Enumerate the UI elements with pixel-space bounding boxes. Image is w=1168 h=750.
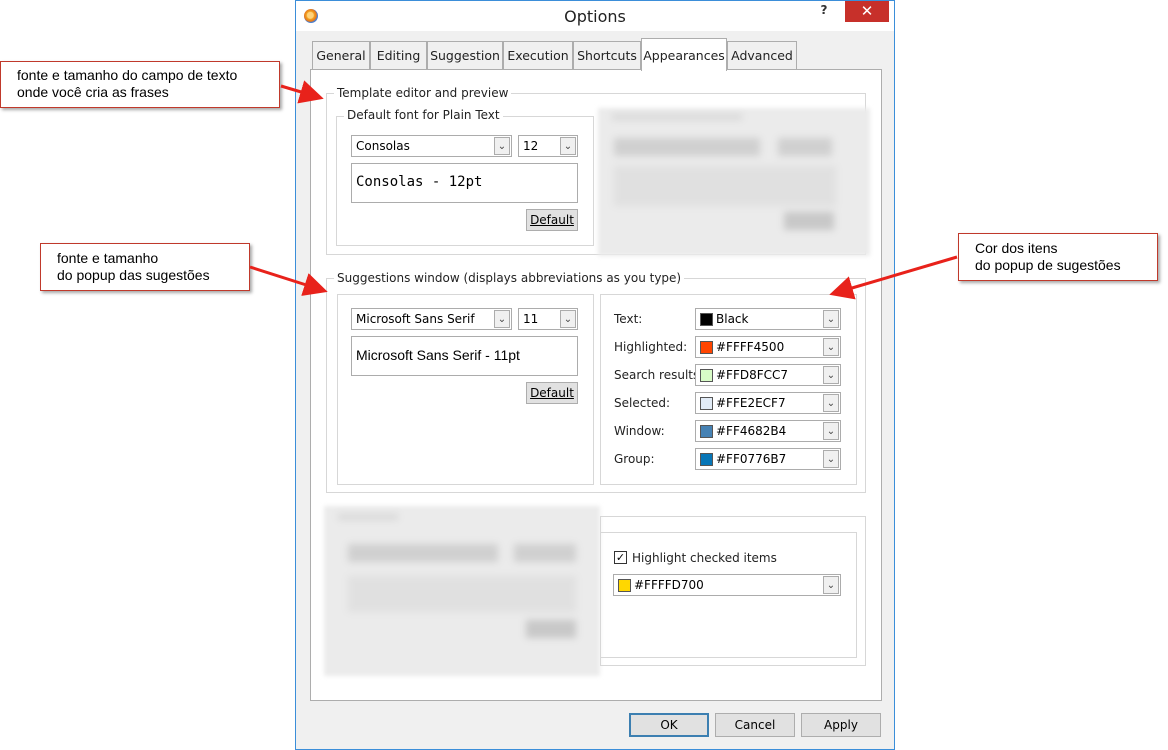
tab-appearances[interactable]: Appearances xyxy=(641,38,727,71)
arrow-to-template-editor xyxy=(280,80,324,104)
arrow-to-popup-colors xyxy=(829,255,958,300)
annotation-arrows xyxy=(249,80,958,300)
arrow-to-popup-font xyxy=(249,265,328,296)
